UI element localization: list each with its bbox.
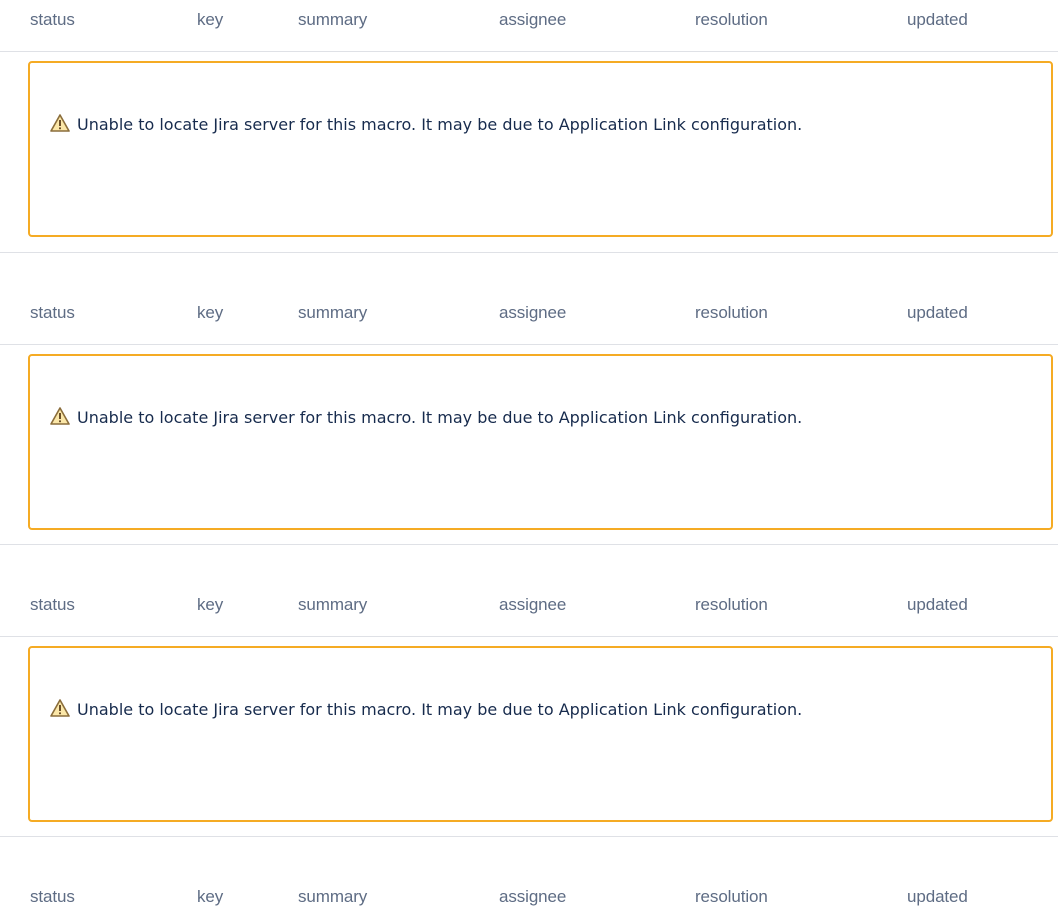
column-header-summary[interactable]: summary — [298, 303, 367, 323]
error-message: Unable to locate Jira server for this ma… — [50, 107, 900, 143]
jira-table-header: status key summary assignee resolution u… — [0, 293, 1058, 345]
section-divider — [0, 252, 1058, 253]
column-header-summary[interactable]: summary — [298, 10, 367, 30]
column-header-summary[interactable]: summary — [298, 887, 367, 907]
section-divider — [0, 836, 1058, 837]
column-header-resolution[interactable]: resolution — [695, 303, 768, 323]
column-header-status[interactable]: status — [30, 595, 75, 615]
column-header-key[interactable]: key — [197, 303, 223, 323]
column-header-updated[interactable]: updated — [907, 887, 968, 907]
column-header-key[interactable]: key — [197, 887, 223, 907]
column-header-updated[interactable]: updated — [907, 595, 968, 615]
column-header-key[interactable]: key — [197, 10, 223, 30]
jira-error-panel: Unable to locate Jira server for this ma… — [28, 354, 1053, 530]
jira-error-panel: Unable to locate Jira server for this ma… — [28, 646, 1053, 822]
error-message-text: Unable to locate Jira server for this ma… — [77, 115, 803, 134]
column-header-resolution[interactable]: resolution — [695, 595, 768, 615]
column-header-status[interactable]: status — [30, 303, 75, 323]
column-header-resolution[interactable]: resolution — [695, 10, 768, 30]
column-header-summary[interactable]: summary — [298, 595, 367, 615]
column-header-assignee[interactable]: assignee — [499, 887, 566, 907]
jira-table-header: status key summary assignee resolution u… — [0, 585, 1058, 637]
jira-table-header: status key summary assignee resolution u… — [0, 877, 1058, 919]
jira-error-panel: Unable to locate Jira server for this ma… — [28, 61, 1053, 237]
error-message-text: Unable to locate Jira server for this ma… — [77, 408, 803, 427]
warning-triangle-icon — [50, 407, 70, 425]
column-header-assignee[interactable]: assignee — [499, 10, 566, 30]
error-message: Unable to locate Jira server for this ma… — [50, 692, 900, 728]
jira-table-header: status key summary assignee resolution u… — [0, 0, 1058, 52]
column-header-updated[interactable]: updated — [907, 10, 968, 30]
column-header-resolution[interactable]: resolution — [695, 887, 768, 907]
section-divider — [0, 544, 1058, 545]
column-header-updated[interactable]: updated — [907, 303, 968, 323]
warning-triangle-icon — [50, 114, 70, 132]
error-message-text: Unable to locate Jira server for this ma… — [77, 700, 803, 719]
column-header-assignee[interactable]: assignee — [499, 595, 566, 615]
column-header-assignee[interactable]: assignee — [499, 303, 566, 323]
column-header-status[interactable]: status — [30, 10, 75, 30]
warning-triangle-icon — [50, 699, 70, 717]
error-message: Unable to locate Jira server for this ma… — [50, 400, 900, 436]
column-header-status[interactable]: status — [30, 887, 75, 907]
column-header-key[interactable]: key — [197, 595, 223, 615]
